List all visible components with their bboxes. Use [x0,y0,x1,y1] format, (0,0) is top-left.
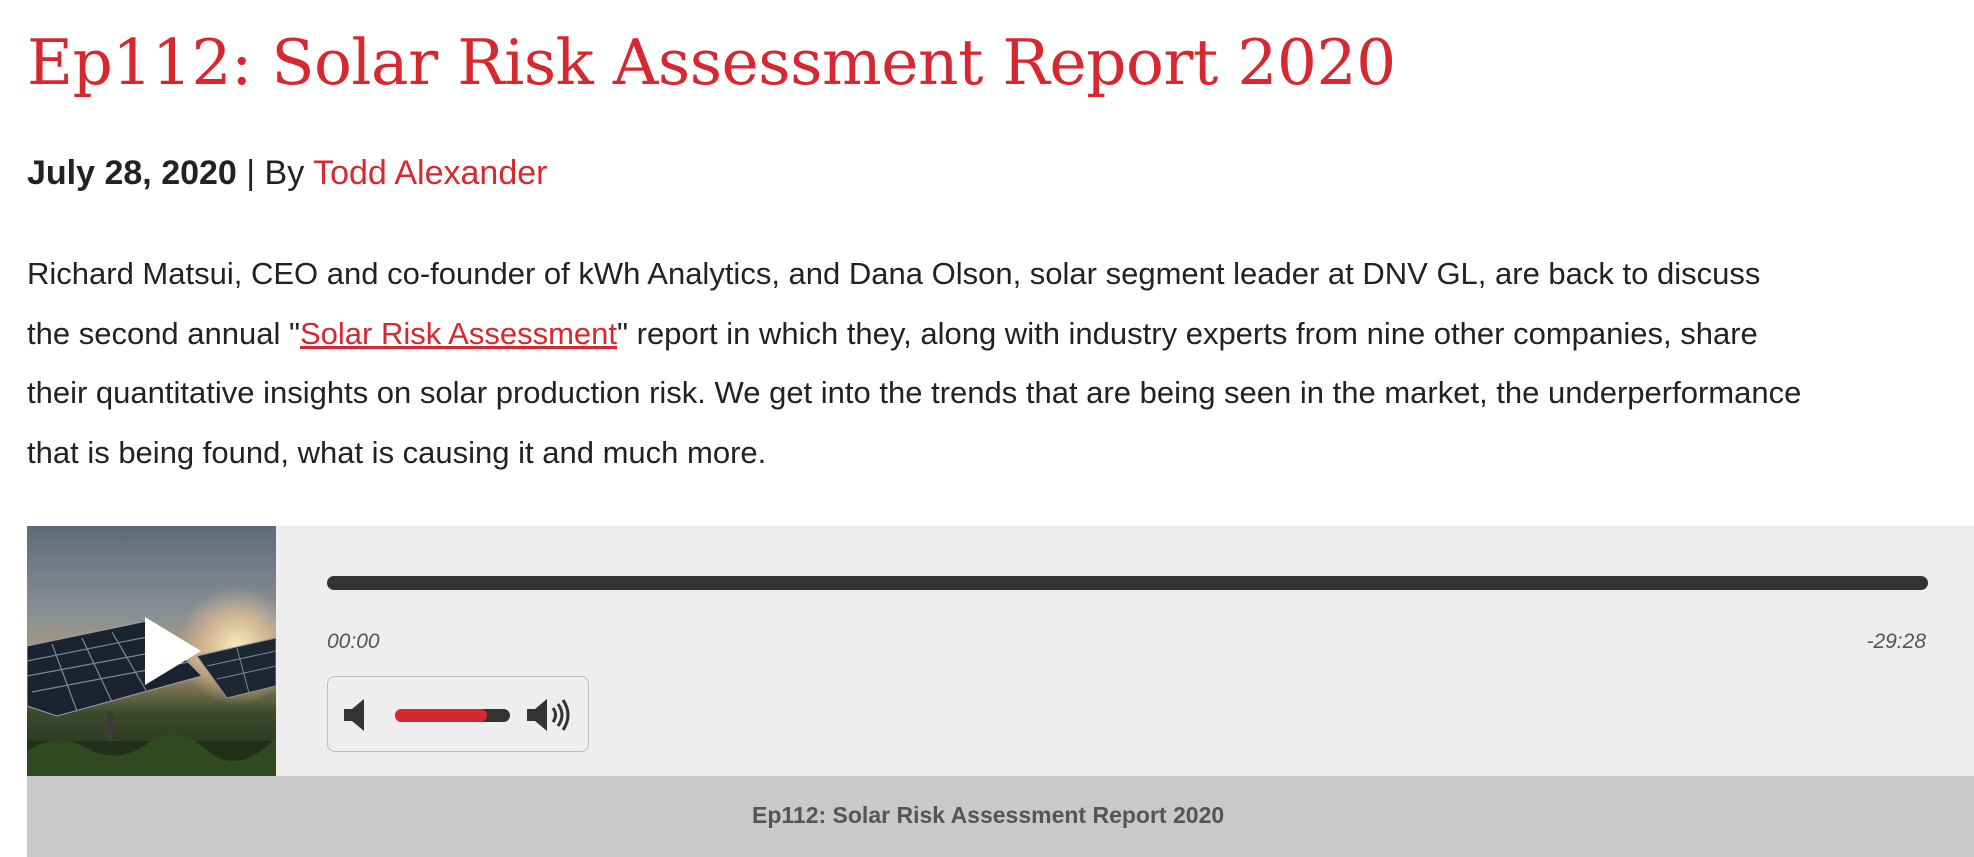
post-date: July 28, 2020 [27,154,237,192]
speaker-mute-icon[interactable] [340,695,380,735]
excerpt-line: Richard Matsui, CEO and co-founder of kW… [27,256,1761,291]
volume-control [327,676,589,752]
excerpt-line: their quantitative insights on solar pro… [27,375,1802,410]
speaker-loud-icon[interactable] [525,695,575,735]
progress-bar[interactable] [327,576,1928,590]
post-title: Ep112: Solar Risk Assessment Report 2020 [27,26,1396,99]
post: Ep112: Solar Risk Assessment Report 2020… [27,0,1974,857]
player-caption-bar: Ep112: Solar Risk Assessment Report 2020 [27,776,1974,857]
byline-separator: | By [236,154,314,192]
excerpt-text: " report in which they, along with indus… [617,315,1758,351]
current-time: 00:00 [327,630,380,653]
volume-slider[interactable] [395,709,510,722]
post-excerpt: Richard Matsui, CEO and co-founder of kW… [27,244,1972,482]
episode-artwork [27,526,276,776]
excerpt-line: the second annual "Solar Risk Assessment… [27,304,1972,364]
audio-player: 00:00 -29:28 Ep112: Solar Risk Assessmen… [27,526,1974,857]
remaining-time: -29:28 [1866,630,1926,653]
player-controls: 00:00 -29:28 [27,526,1974,776]
post-meta: July 28, 2020 | By Todd Alexander [27,152,547,194]
volume-fill [395,709,487,722]
solar-risk-assessment-link[interactable]: Solar Risk Assessment [300,316,617,351]
excerpt-text: the second annual " [27,315,300,351]
author-link[interactable]: Todd Alexander [313,154,547,192]
episode-caption: Ep112: Solar Risk Assessment Report 2020 [752,802,1225,828]
play-icon[interactable] [117,601,217,701]
excerpt-line: that is being found, what is causing it … [27,434,767,470]
